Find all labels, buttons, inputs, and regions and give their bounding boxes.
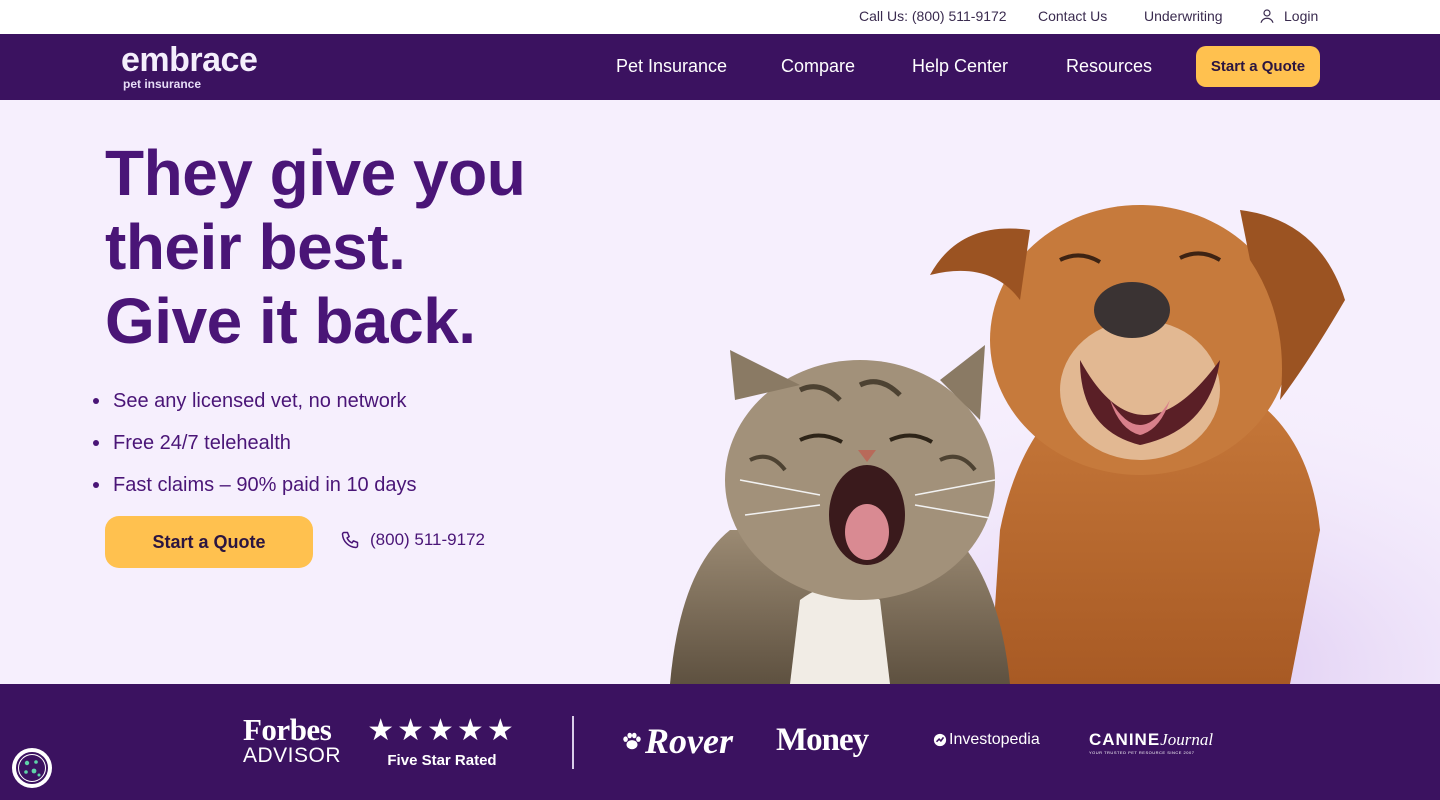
nav-pet-insurance[interactable]: Pet Insurance	[616, 56, 727, 77]
benefit-text: Fast claims – 90% paid in 10 days	[113, 473, 417, 496]
login-link[interactable]: Login	[1258, 7, 1318, 25]
investopedia-wordmark: Investopedia	[949, 731, 1040, 748]
benefit-item: Free 24/7 telehealth	[93, 422, 417, 464]
star-icons: ★★★★★	[367, 714, 517, 747]
trust-bar: Forbes ADVISOR ★★★★★ Five Star Rated Rov…	[0, 684, 1440, 800]
nav-help-center[interactable]: Help Center	[912, 56, 1008, 77]
benefit-item: See any licensed vet, no network	[93, 380, 417, 422]
logo-subtitle: pet insurance	[123, 77, 202, 91]
phone-icon	[341, 531, 359, 549]
investopedia-icon	[933, 733, 947, 747]
hero-phone-number: (800) 511-9172	[370, 530, 485, 549]
hero-section: They give you their best. Give it back. …	[0, 100, 1440, 684]
main-nav: embrace pet insurance Pet Insurance Comp…	[0, 34, 1440, 100]
bullet-dot	[93, 482, 99, 488]
contact-us-link[interactable]: Contact Us	[1038, 8, 1107, 24]
embrace-logo[interactable]: embrace pet insurance	[121, 41, 258, 91]
call-us-link[interactable]: Call Us: (800) 511-9172	[859, 8, 1007, 24]
money-logo: Money	[776, 722, 869, 758]
underwriting-link[interactable]: Underwriting	[1144, 8, 1223, 24]
login-label: Login	[1284, 8, 1319, 24]
five-star-rating: ★★★★★ Five Star Rated	[366, 714, 518, 770]
canine-journal-logo: CANINEJournal YOUR TRUSTED PET RESOURCE …	[1089, 730, 1213, 755]
forbes-advisor-logo: Forbes ADVISOR	[243, 712, 342, 768]
rover-wordmark: Rover	[645, 721, 733, 761]
benefit-item: Fast claims – 90% paid in 10 days	[93, 464, 417, 506]
canine-tagline: YOUR TRUSTED PET RESOURCE SINCE 2007	[1089, 750, 1195, 755]
hero-start-quote-button[interactable]: Start a Quote	[105, 516, 313, 568]
cookie-settings-button[interactable]	[12, 748, 52, 788]
headline-line-3: Give it back.	[105, 285, 476, 357]
hero-headline: They give you their best. Give it back.	[105, 136, 625, 358]
investopedia-logo: Investopedia	[933, 731, 1040, 749]
headline-line-2: their best.	[105, 211, 406, 283]
canine-wordmark: CANINE	[1089, 730, 1161, 749]
cat-and-dog-photo	[620, 205, 1440, 684]
hero-phone-link[interactable]: (800) 511-9172	[340, 530, 485, 550]
nav-resources[interactable]: Resources	[1066, 56, 1152, 77]
trust-divider	[572, 716, 574, 769]
benefit-text: See any licensed vet, no network	[113, 389, 407, 412]
nav-compare[interactable]: Compare	[781, 56, 855, 77]
headline-line-1: They give you	[105, 137, 526, 209]
forbes-wordmark: Forbes	[243, 712, 332, 747]
nav-start-quote-button[interactable]: Start a Quote	[1196, 46, 1320, 87]
rover-logo: Rover	[621, 720, 733, 762]
bullet-dot	[93, 440, 99, 446]
benefits-list: See any licensed vet, no network Free 24…	[93, 380, 417, 506]
user-icon	[1260, 9, 1274, 23]
utility-bar: Call Us: (800) 511-9172 Contact Us Under…	[0, 0, 1440, 34]
bullet-dot	[93, 398, 99, 404]
journal-script: Journal	[1160, 730, 1214, 749]
logo-word: embrace	[121, 41, 258, 79]
paw-icon	[623, 732, 641, 750]
star-rating-label: Five Star Rated	[387, 752, 497, 769]
cookie-icon	[16, 752, 48, 784]
benefit-text: Free 24/7 telehealth	[113, 431, 291, 454]
advisor-wordmark: ADVISOR	[243, 744, 342, 767]
